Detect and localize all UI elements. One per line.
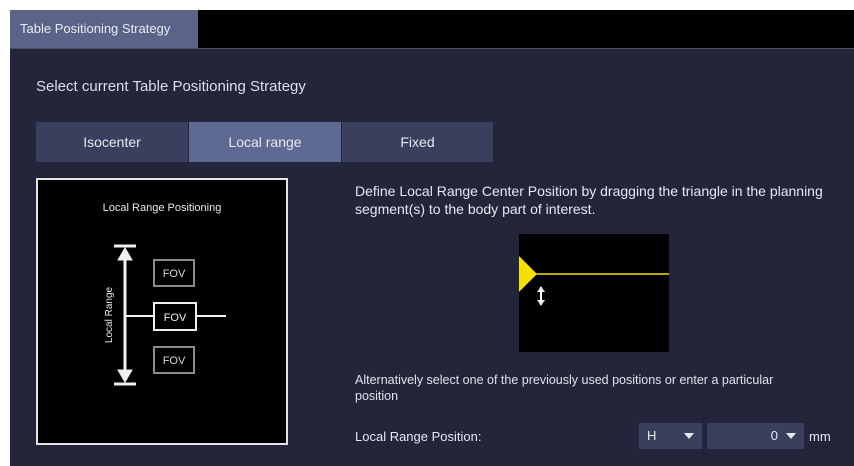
top-bar: Table Positioning Strategy bbox=[10, 10, 854, 49]
chevron-down-icon bbox=[684, 433, 694, 439]
local-range-description: Define Local Range Center Position by dr… bbox=[355, 183, 823, 217]
diagram-axis-label: Local Range bbox=[104, 286, 115, 343]
vertical-resize-cursor-icon bbox=[537, 286, 545, 306]
local-range-button[interactable]: Local range bbox=[189, 122, 341, 162]
direction-dropdown[interactable]: H bbox=[639, 423, 702, 449]
direction-value: H bbox=[647, 428, 657, 443]
fixed-button[interactable]: Fixed bbox=[342, 122, 493, 162]
diagram-title: Local Range Positioning bbox=[103, 202, 222, 214]
position-value: 0 bbox=[770, 428, 778, 443]
fov-label-bottom: FOV bbox=[163, 355, 186, 367]
fov-label-middle: FOV bbox=[164, 312, 187, 324]
chevron-down-icon bbox=[786, 433, 796, 439]
strategy-panel: Select current Table Positioning Strateg… bbox=[10, 49, 854, 466]
planning-segment-preview[interactable] bbox=[519, 234, 669, 352]
position-value-combobox[interactable]: 0 bbox=[707, 423, 804, 449]
alternative-hint: Alternatively select one of the previous… bbox=[355, 373, 774, 403]
tab-table-positioning-strategy[interactable]: Table Positioning Strategy bbox=[10, 10, 198, 48]
position-triangle-handle[interactable] bbox=[519, 256, 537, 292]
isocenter-button[interactable]: Isocenter bbox=[36, 122, 188, 162]
local-range-position-label: Local Range Position: bbox=[355, 429, 482, 444]
local-range-diagram: Local Range Positioning Local Range FOV … bbox=[36, 178, 288, 445]
strategy-prompt: Select current Table Positioning Strateg… bbox=[36, 78, 306, 95]
fov-label-top: FOV bbox=[163, 268, 186, 280]
position-unit: mm bbox=[809, 429, 831, 444]
